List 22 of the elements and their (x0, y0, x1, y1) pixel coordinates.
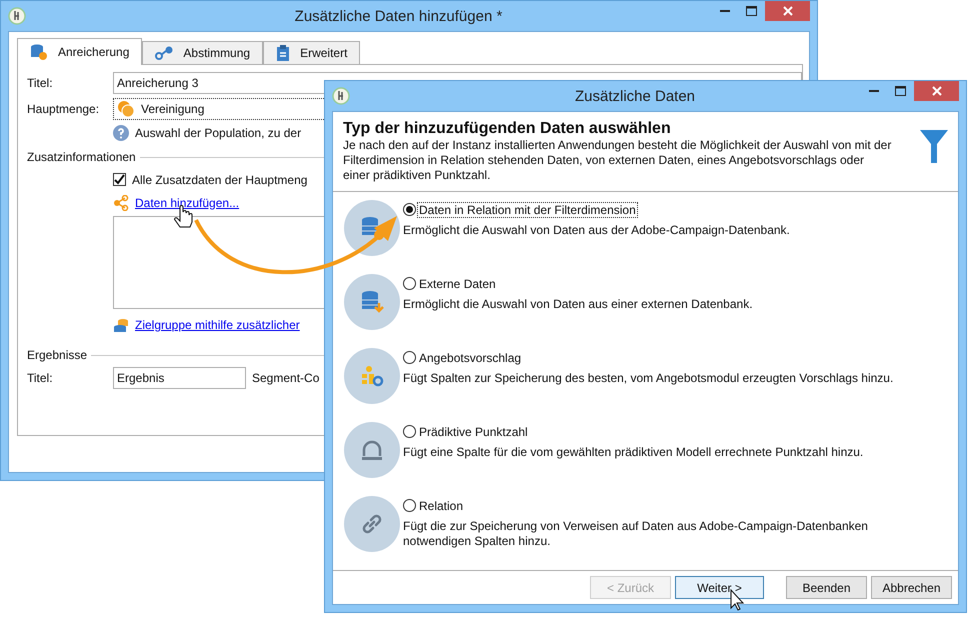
field-label: Hauptmenge: (27, 102, 100, 116)
dialog-description: Je nach den auf der Instanz installierten Anwendungen besteht die Möglichkeit der Auswahl von mit der Filterdimension in Relation stehenden Daten, von externen Daten, eines Angebotsvorschlags oder einer prädiktiven Punktzahl. (343, 138, 892, 183)
option-description: Fügt die zur Speicherung von Verweisen auf Daten aus Adobe-Campaign-Datenbanken notwendigen Spalten hinzu. (403, 519, 869, 549)
option-description: Ermöglicht die Auswahl von Daten aus der Adobe-Campaign-Datenbank. (403, 223, 791, 238)
help-text: Auswahl der Population, zu der (135, 126, 302, 140)
option-description: Ermöglicht die Auswahl von Daten aus einer externen Datenbank. (403, 297, 754, 312)
dialog-heading: Typ der hinzuzufügenden Daten auswählen (343, 120, 672, 138)
section-title: Ergebnisse (27, 348, 88, 362)
field-label: Titel: (27, 76, 54, 90)
option-label: Externe Daten (418, 276, 497, 290)
option-description: Fügt Spalten zur Speicherung des besten, vom Angebotsmodul erzeugten Vorschlags hinzu. (403, 371, 894, 386)
field-label: Titel: (27, 371, 54, 385)
field-label: Segment-Co (252, 371, 320, 385)
window-title: Zusätzliche Daten hinzufügen * (294, 8, 504, 24)
option-label: Relation (418, 498, 464, 512)
section-title: Zusatzinformationen (27, 150, 136, 164)
dialog-title: Zusätzliche Daten (574, 88, 696, 104)
option-label: Prädiktive Punktzahl (418, 424, 529, 438)
option-label: Daten in Relation mit der Filterdimension (418, 202, 637, 216)
option-label: Angebotsvorschlag (418, 350, 522, 364)
option-description: Fügt eine Spalte für die vom gewählten prädiktiven Modell errechnete Punktzahl hinzu. (403, 445, 864, 460)
checkbox-label: Alle Zusatzdaten der Hauptmeng (132, 172, 308, 186)
